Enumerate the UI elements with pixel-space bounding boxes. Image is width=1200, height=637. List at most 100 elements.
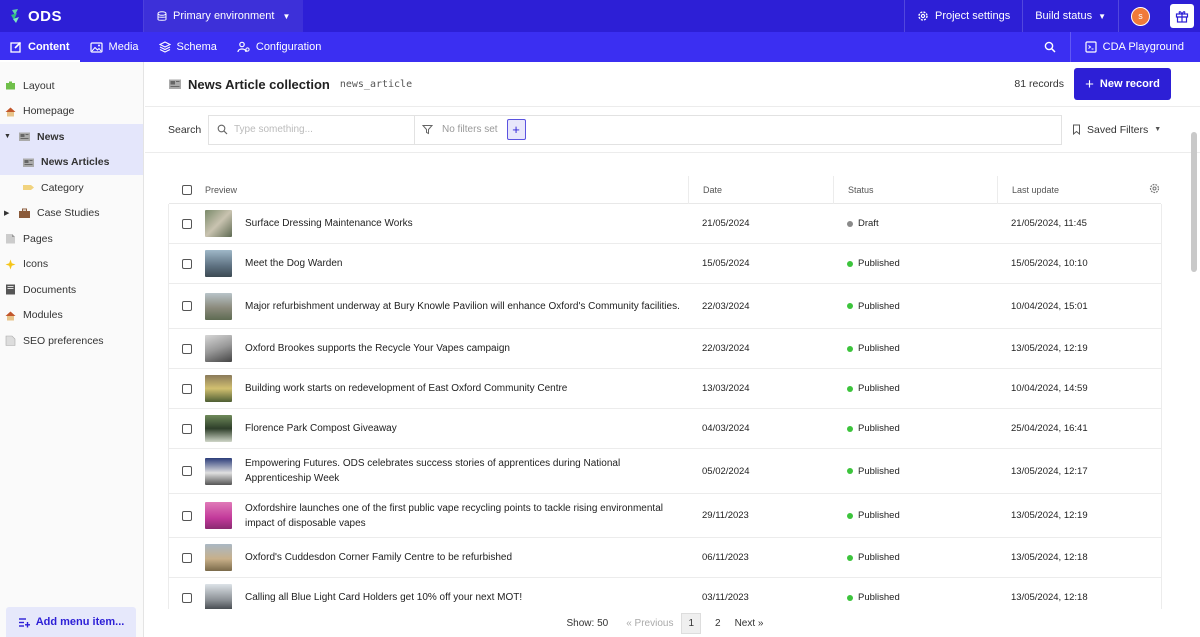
row-checkbox[interactable] <box>182 343 192 354</box>
status-label: Published <box>858 592 900 603</box>
status-dot-icon <box>847 303 853 309</box>
environment-selector[interactable]: Primary environment ▼ <box>144 0 304 32</box>
caret-down-icon[interactable]: ▼ <box>4 133 12 140</box>
row-checkbox[interactable] <box>182 552 192 563</box>
row-preview[interactable]: Major refurbishment underway at Bury Kno… <box>205 292 688 320</box>
sidebar-item-category[interactable]: Category <box>0 175 143 201</box>
record-thumbnail <box>205 210 232 237</box>
add-menu-item-button[interactable]: Add menu item... <box>6 607 136 637</box>
record-date: 22/03/2024 <box>702 343 750 354</box>
column-header-preview[interactable]: Preview <box>205 185 688 195</box>
page-link-1[interactable]: 1 <box>681 612 702 634</box>
next-page-link[interactable]: Next » <box>735 618 764 629</box>
sidebar-item-icons[interactable]: Icons <box>0 252 143 278</box>
tab-media[interactable]: Media <box>80 32 149 62</box>
tab-schema-label: Schema <box>176 41 217 53</box>
table-row[interactable]: Major refurbishment underway at Bury Kno… <box>169 284 1161 329</box>
record-thumbnail <box>205 292 232 320</box>
sidebar-item-documents[interactable]: Documents <box>0 277 143 303</box>
row-preview[interactable]: Oxford's Cuddesdon Corner Family Centre … <box>205 544 688 571</box>
row-preview[interactable]: Florence Park Compost Giveaway <box>205 415 688 442</box>
status-badge: Published <box>847 423 997 434</box>
project-settings-button[interactable]: Project settings <box>904 0 1022 32</box>
row-checkbox[interactable] <box>182 510 192 521</box>
row-checkbox[interactable] <box>182 423 192 434</box>
status-label: Published <box>858 510 900 521</box>
caret-right-icon[interactable]: ▶ <box>4 209 12 217</box>
briefcase-icon <box>19 208 30 218</box>
status-badge: Published <box>847 383 997 394</box>
cda-playground-button[interactable]: CDA Playground <box>1069 32 1200 62</box>
user-menu[interactable]: s <box>1118 0 1162 32</box>
global-search-button[interactable] <box>1030 32 1070 62</box>
sidebar-item-pages[interactable]: Pages <box>0 226 143 252</box>
table-row[interactable]: Empowering Futures. ODS celebrates succe… <box>169 449 1161 494</box>
row-checkbox[interactable] <box>182 466 192 476</box>
row-preview[interactable]: Oxfordshire launches one of the first pu… <box>205 501 688 531</box>
sidebar-item-homepage[interactable]: Homepage <box>0 99 143 125</box>
sidebar-item-news[interactable]: ▼ News <box>0 124 143 150</box>
sidebar-item-label: Case Studies <box>37 207 100 220</box>
whats-new-button[interactable] <box>1170 4 1194 28</box>
row-preview[interactable]: Empowering Futures. ODS celebrates succe… <box>205 456 688 486</box>
table-row[interactable]: Building work starts on redevelopment of… <box>169 369 1161 409</box>
search-icon <box>1044 41 1056 53</box>
status-dot-icon <box>847 260 853 267</box>
tag-icon <box>23 185 34 191</box>
column-header-date[interactable]: Date <box>688 175 833 204</box>
logo[interactable]: ODS <box>0 0 144 32</box>
table-row[interactable]: Oxfordshire launches one of the first pu… <box>169 494 1161 538</box>
avatar[interactable]: s <box>1131 6 1150 26</box>
status-dot-icon <box>847 512 853 519</box>
sidebar-item-seo-preferences[interactable]: SEO preferences <box>0 328 143 354</box>
build-status-button[interactable]: Build status ▼ <box>1022 0 1118 32</box>
row-checkbox[interactable] <box>182 592 192 603</box>
sidebar-item-case-studies[interactable]: ▶ Case Studies <box>0 201 143 227</box>
cda-playground-label: CDA Playground <box>1102 41 1184 53</box>
status-badge: Published <box>847 343 997 354</box>
add-filter-button[interactable]: + <box>506 119 526 140</box>
filter-bar: Search No filters set + Saved Filters ▼ <box>145 107 1200 153</box>
new-record-button[interactable]: + New record <box>1074 68 1171 100</box>
record-date: 29/11/2023 <box>702 510 749 521</box>
row-checkbox[interactable] <box>182 301 192 311</box>
table-row[interactable]: Oxford Brookes supports the Recycle Your… <box>169 329 1161 369</box>
record-last-update: 10/04/2024, 15:01 <box>1011 300 1088 312</box>
select-all-checkbox[interactable] <box>182 184 192 195</box>
row-preview[interactable]: Meet the Dog Warden <box>205 250 688 277</box>
table-header: Preview Date Status Last update <box>169 175 1161 204</box>
table-row[interactable]: Oxford's Cuddesdon Corner Family Centre … <box>169 538 1161 578</box>
row-checkbox[interactable] <box>182 383 192 394</box>
sidebar-item-label: Homepage <box>23 105 75 118</box>
row-preview[interactable]: Oxford Brookes supports the Recycle Your… <box>205 335 688 362</box>
page-size-selector[interactable]: Show: 50 <box>567 618 609 629</box>
document-box-icon <box>6 284 15 295</box>
row-checkbox[interactable] <box>182 218 192 229</box>
row-preview[interactable]: Surface Dressing Maintenance Works <box>205 210 688 237</box>
search-field[interactable] <box>208 114 414 145</box>
table-row[interactable]: Florence Park Compost Giveaway 04/03/2024… <box>169 409 1161 449</box>
sidebar-item-modules[interactable]: Modules <box>0 303 143 329</box>
sidebar-item-news-articles[interactable]: News Articles <box>0 149 143 175</box>
filter-builder[interactable]: No filters set + <box>414 114 1062 145</box>
tab-configuration[interactable]: Configuration <box>227 32 331 62</box>
search-input[interactable] <box>234 124 404 135</box>
database-icon <box>157 10 167 21</box>
vertical-scrollbar[interactable] <box>1191 132 1197 272</box>
table-row[interactable]: Meet the Dog Warden 15/05/2024 Published 15… <box>169 244 1161 284</box>
page-link-2[interactable]: 2 <box>709 614 727 633</box>
column-settings-gear-icon[interactable] <box>1149 183 1160 194</box>
sidebar-item-label: Modules <box>23 309 63 322</box>
column-header-status[interactable]: Status <box>833 175 997 204</box>
tab-schema[interactable]: Schema <box>149 32 227 62</box>
row-checkbox[interactable] <box>182 258 192 269</box>
row-preview[interactable]: Calling all Blue Light Card Holders get … <box>205 584 688 611</box>
sidebar-item-label: Icons <box>23 258 49 271</box>
column-header-last-update[interactable]: Last update <box>997 175 1149 204</box>
record-date: 21/05/2024 <box>702 218 750 229</box>
sidebar-item-layout[interactable]: Layout <box>0 73 143 99</box>
table-row[interactable]: Surface Dressing Maintenance Works 21/05/… <box>169 204 1161 244</box>
tab-content[interactable]: Content <box>0 32 80 62</box>
saved-filters-dropdown[interactable]: Saved Filters ▼ <box>1072 124 1161 136</box>
row-preview[interactable]: Building work starts on redevelopment of… <box>205 375 688 402</box>
